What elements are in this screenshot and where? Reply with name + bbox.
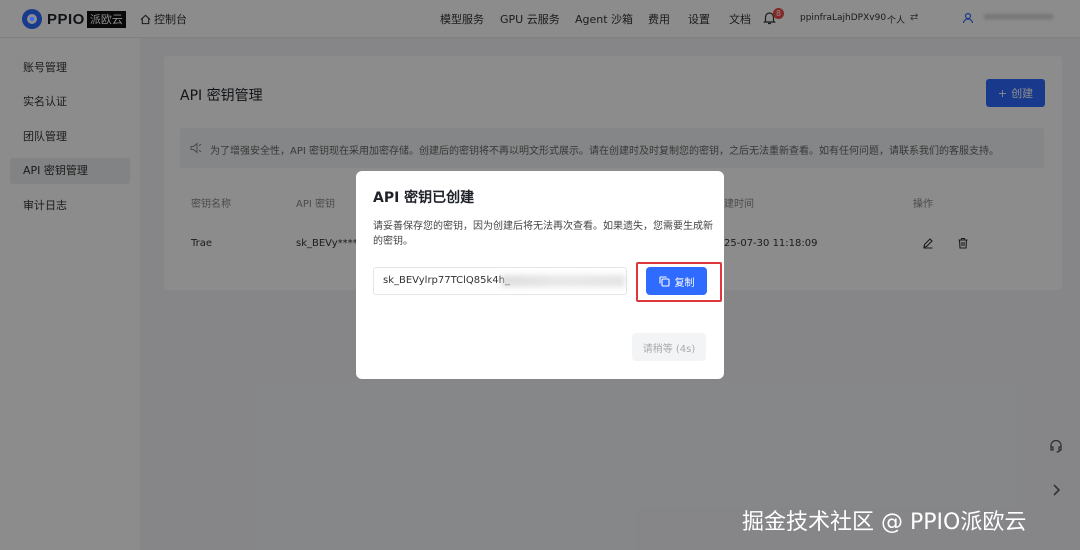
dialog-title: API 密钥已创建	[373, 190, 475, 206]
key-created-dialog: API 密钥已创建 请妥善保存您的密钥，因为创建后将无法再次查看。如果遗失，您需…	[356, 171, 724, 379]
support-headset-icon[interactable]	[1046, 436, 1066, 456]
watermark: 掘金技术社区 @ PPIO派欧云	[742, 510, 1027, 535]
copy-icon	[658, 275, 670, 287]
key-redaction	[501, 275, 625, 287]
dialog-description: 请妥善保存您的密钥，因为创建后将无法再次查看。如果遗失，您需要生成新的密钥。	[373, 221, 713, 247]
wait-button: 请稍等 (4s)	[632, 333, 706, 361]
copy-label: 复制	[674, 277, 695, 289]
chevron-right-icon[interactable]	[1046, 480, 1066, 500]
copy-button[interactable]: 复制	[646, 267, 707, 295]
